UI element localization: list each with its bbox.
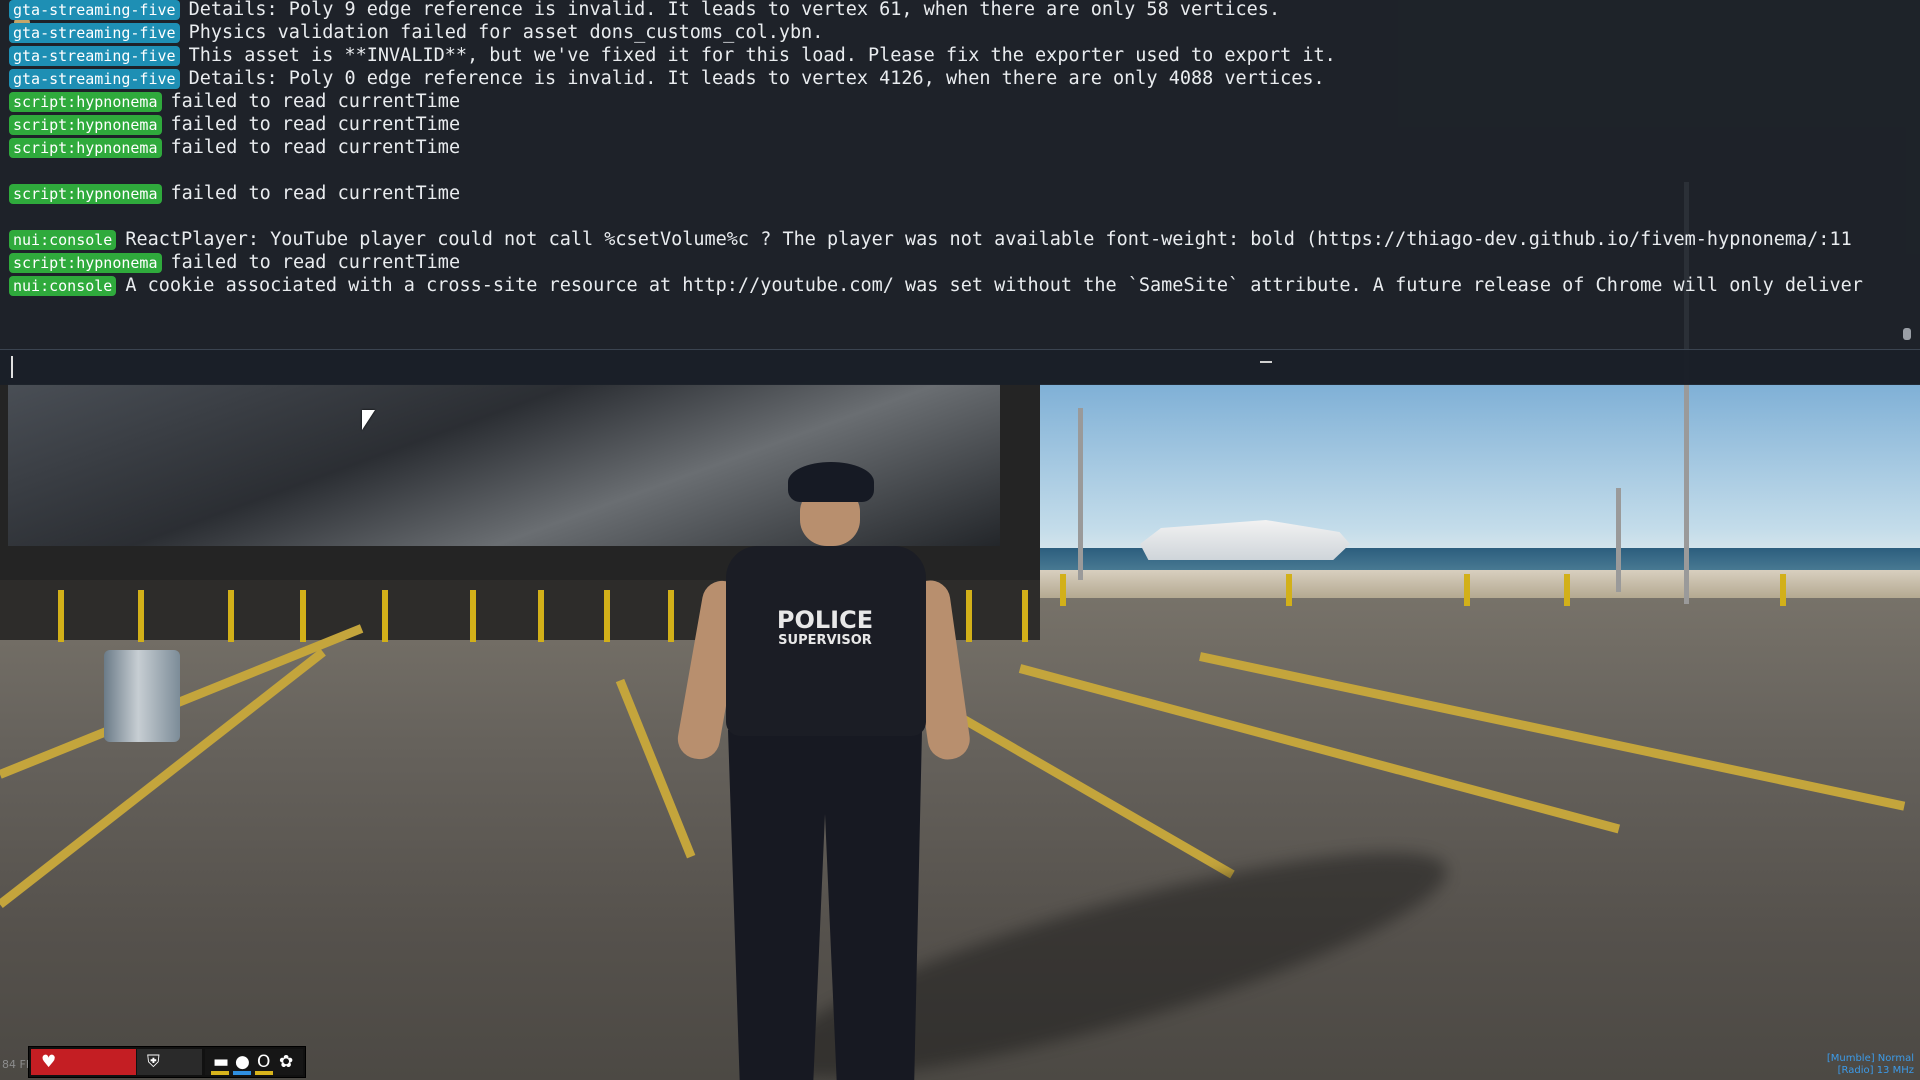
- street-lamp: [1078, 408, 1083, 580]
- bollard: [668, 590, 674, 642]
- log-source-tag: gta-streaming-five: [9, 22, 180, 43]
- log-message: failed to read currentTime: [170, 114, 461, 135]
- bollard: [470, 590, 476, 642]
- log-entry: gta-streaming-five Details: Poly 0 edge r…: [9, 67, 1899, 90]
- thirst-level: [233, 1071, 251, 1075]
- log-message: failed to read currentTime: [170, 91, 461, 112]
- brain-icon: ✿: [279, 1052, 294, 1072]
- bollard: [538, 590, 544, 642]
- log-source-tag: script:hypnonema: [9, 183, 162, 204]
- log-entry: script:hypnonema failed to read currentTi…: [9, 136, 1899, 159]
- text-caret: [11, 356, 13, 378]
- log-entry: gta-streaming-five This asset is **INVALI…: [9, 44, 1899, 67]
- bollard: [1464, 574, 1470, 606]
- log-message: ReactPlayer: YouTube player could not ca…: [125, 229, 1852, 250]
- needs-bar: ▬ ● O ✿: [205, 1049, 303, 1075]
- log-entry: nui:console A cookie associated with a cr…: [9, 274, 1899, 297]
- bollard: [228, 590, 234, 642]
- heart-icon: ♥: [41, 1052, 57, 1072]
- log-source-tag: script:hypnonema: [9, 91, 162, 112]
- bollard: [604, 590, 610, 642]
- bollard: [1022, 590, 1028, 642]
- log-entry: nui:console ReactPlayer: YouTube player c…: [9, 228, 1899, 251]
- bollard: [1286, 574, 1292, 606]
- street-lamp: [1616, 488, 1621, 592]
- police-cap: [788, 462, 874, 502]
- log-source-tag: nui:console: [9, 229, 117, 250]
- console-scrollbar[interactable]: [1900, 0, 1912, 346]
- log-message: failed to read currentTime: [170, 137, 461, 158]
- log-entry: script:hypnonema failed to read currentTi…: [9, 113, 1899, 136]
- bollard: [966, 590, 972, 642]
- log-source-tag: script:hypnonema: [9, 137, 162, 158]
- bollard: [138, 590, 144, 642]
- log-source-tag: script:hypnonema: [9, 114, 162, 135]
- log-message: This asset is **INVALID**, but we've fix…: [188, 45, 1336, 66]
- log-message: failed to read currentTime: [170, 183, 461, 204]
- log-entry: script:hypnonema failed to read currentTi…: [9, 251, 1899, 274]
- bollard: [1060, 574, 1066, 606]
- console-log[interactable]: gta-streaming-five Details: Poly 9 edge r…: [0, 0, 1902, 346]
- shield-icon: ⛨: [147, 1052, 160, 1072]
- bollard: [300, 590, 306, 642]
- log-message: Physics validation failed for asset dons…: [188, 22, 824, 43]
- bollard: [1564, 574, 1570, 606]
- log-source-tag: gta-streaming-five: [9, 45, 180, 66]
- f8-console: gta-streaming-five Details: Poly 9 edge r…: [0, 0, 1920, 385]
- oxygen-level: [255, 1071, 273, 1075]
- bollard: [1780, 574, 1786, 606]
- log-entry: script:hypnonema failed to read currentTi…: [9, 90, 1899, 113]
- console-resize-handle[interactable]: [1260, 361, 1272, 363]
- log-entry: gta-streaming-five Physics validation fai…: [9, 21, 1899, 44]
- armor-bar: ⛨: [137, 1049, 202, 1075]
- log-message: Details: Poly 0 edge reference is invali…: [188, 68, 1325, 89]
- beach-sand: [1040, 570, 1920, 598]
- log-message: Details: Poly 9 edge reference is invali…: [188, 0, 1281, 20]
- mouse-cursor-icon: [362, 410, 375, 430]
- bollard: [58, 590, 64, 642]
- log-source-tag: nui:console: [9, 275, 117, 296]
- scroll-thumb[interactable]: [1903, 328, 1911, 340]
- log-source-tag: script:hypnonema: [9, 252, 162, 273]
- voice-status: [Mumble] Normal [Radio] 13 MHz: [1826, 1053, 1914, 1076]
- log-source-tag: gta-streaming-five: [9, 0, 180, 20]
- vest-label: POLICE SUPERVISOR: [776, 606, 874, 648]
- log-entry: script:hypnonema failed to read currentTi…: [9, 182, 1899, 205]
- log-entry: gta-streaming-five Details: Poly 9 edge r…: [9, 0, 1899, 21]
- trash-bin: [104, 650, 180, 742]
- log-message: A cookie associated with a cross-site re…: [125, 275, 1863, 296]
- hunger-level: [211, 1071, 229, 1075]
- console-input[interactable]: [8, 354, 1892, 382]
- bollard: [382, 590, 388, 642]
- console-input-bar: [0, 349, 1920, 385]
- status-hud: ♥ ⛨ ▬ ● O ✿: [28, 1046, 306, 1078]
- log-message: failed to read currentTime: [170, 252, 461, 273]
- log-source-tag: gta-streaming-five: [9, 68, 180, 89]
